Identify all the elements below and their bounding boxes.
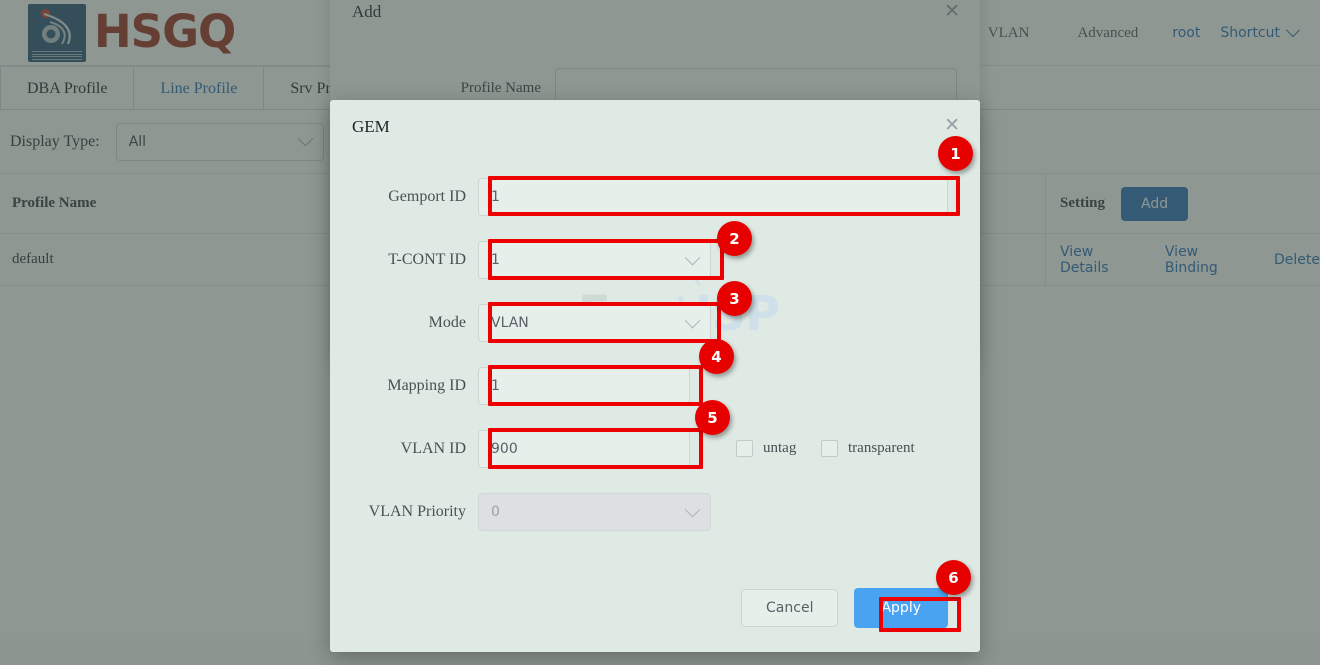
cell-row-actions: View Details View Binding Delete bbox=[1045, 234, 1320, 285]
row-mode: Mode VLAN bbox=[330, 304, 980, 342]
gemport-id-input[interactable]: 1 bbox=[478, 178, 948, 216]
display-type-value: All bbox=[129, 134, 146, 150]
transparent-checkbox[interactable] bbox=[821, 440, 838, 457]
current-user[interactable]: root bbox=[1162, 25, 1210, 41]
row-gemport-id: Gemport ID 1 bbox=[330, 178, 980, 216]
row-mapping-id: Mapping ID 1 bbox=[330, 367, 980, 405]
vlan-priority-label: VLAN Priority bbox=[330, 503, 478, 521]
view-details-link[interactable]: View Details bbox=[1060, 244, 1143, 276]
vlan-id-input[interactable]: 900 bbox=[478, 430, 690, 468]
column-header-setting-cell: Setting Add bbox=[1045, 174, 1320, 233]
add-profile-button[interactable]: Add bbox=[1121, 187, 1188, 221]
vlan-id-label: VLAN ID bbox=[330, 440, 478, 458]
gemport-id-label: Gemport ID bbox=[330, 188, 478, 206]
mode-label: Mode bbox=[330, 314, 478, 332]
gem-dialog: GEM ✕ ForoISP Gemport ID 1 T-CONT ID 1 M… bbox=[330, 100, 980, 652]
brand-name: HSGQ bbox=[94, 9, 235, 58]
transparent-label: transparent bbox=[848, 440, 915, 457]
chevron-down-icon bbox=[1286, 23, 1300, 37]
apply-button[interactable]: Apply bbox=[854, 588, 948, 628]
column-header-setting: Setting bbox=[1060, 195, 1105, 212]
brand-logo[interactable]: HSGQ bbox=[28, 4, 235, 62]
view-binding-link[interactable]: View Binding bbox=[1165, 244, 1252, 276]
close-icon[interactable]: ✕ bbox=[944, 116, 960, 135]
gem-dialog-title: GEM bbox=[352, 117, 390, 137]
tcont-id-value: 1 bbox=[491, 252, 500, 268]
shortcut-label: Shortcut bbox=[1220, 25, 1280, 41]
row-tcont-id: T-CONT ID 1 bbox=[330, 241, 980, 279]
chevron-down-icon bbox=[685, 312, 701, 328]
row-vlan-priority: VLAN Priority 0 bbox=[330, 493, 980, 531]
logo-bars-icon bbox=[32, 51, 82, 59]
display-type-select[interactable]: All bbox=[116, 123, 324, 161]
transparent-checkbox-row[interactable]: transparent bbox=[821, 440, 915, 457]
close-icon[interactable]: ✕ bbox=[944, 2, 960, 21]
chevron-down-icon bbox=[685, 501, 701, 517]
mapping-id-value: 1 bbox=[491, 378, 500, 394]
untag-checkbox[interactable] bbox=[736, 440, 753, 457]
chevron-down-icon bbox=[685, 249, 701, 265]
cancel-button[interactable]: Cancel bbox=[741, 589, 838, 627]
vlan-id-value: 900 bbox=[491, 441, 518, 457]
untag-label: untag bbox=[763, 440, 796, 457]
mapping-id-label: Mapping ID bbox=[330, 377, 478, 395]
hsgq-logo-icon bbox=[28, 4, 86, 62]
vlan-priority-select: 0 bbox=[478, 493, 711, 531]
mode-select[interactable]: VLAN bbox=[478, 304, 711, 342]
mapping-id-input[interactable]: 1 bbox=[478, 367, 690, 405]
untag-checkbox-row[interactable]: untag bbox=[736, 440, 796, 457]
nav-item-advanced[interactable]: Advanced bbox=[1053, 25, 1162, 42]
tcont-id-select[interactable]: 1 bbox=[478, 241, 711, 279]
tab-line-profile[interactable]: Line Profile bbox=[133, 66, 264, 109]
chevron-down-icon bbox=[297, 131, 313, 147]
tab-dba-profile[interactable]: DBA Profile bbox=[0, 66, 134, 109]
delete-link[interactable]: Delete bbox=[1274, 252, 1320, 268]
mode-value: VLAN bbox=[491, 315, 529, 331]
wifi-dot-icon bbox=[678, 296, 684, 302]
profile-name-label: Profile Name bbox=[330, 80, 555, 97]
gemport-id-value: 1 bbox=[491, 189, 500, 205]
shortcut-menu[interactable]: Shortcut bbox=[1210, 25, 1302, 41]
gem-dialog-footer: Cancel Apply bbox=[330, 564, 980, 652]
logo-swoosh-icon bbox=[34, 10, 80, 48]
tcont-id-label: T-CONT ID bbox=[330, 251, 478, 269]
add-dialog-title: Add bbox=[352, 2, 381, 22]
vlan-priority-value: 0 bbox=[491, 504, 500, 520]
display-type-label: Display Type: bbox=[10, 133, 100, 151]
top-navigation: VLAN Advanced root Shortcut bbox=[964, 0, 1302, 66]
